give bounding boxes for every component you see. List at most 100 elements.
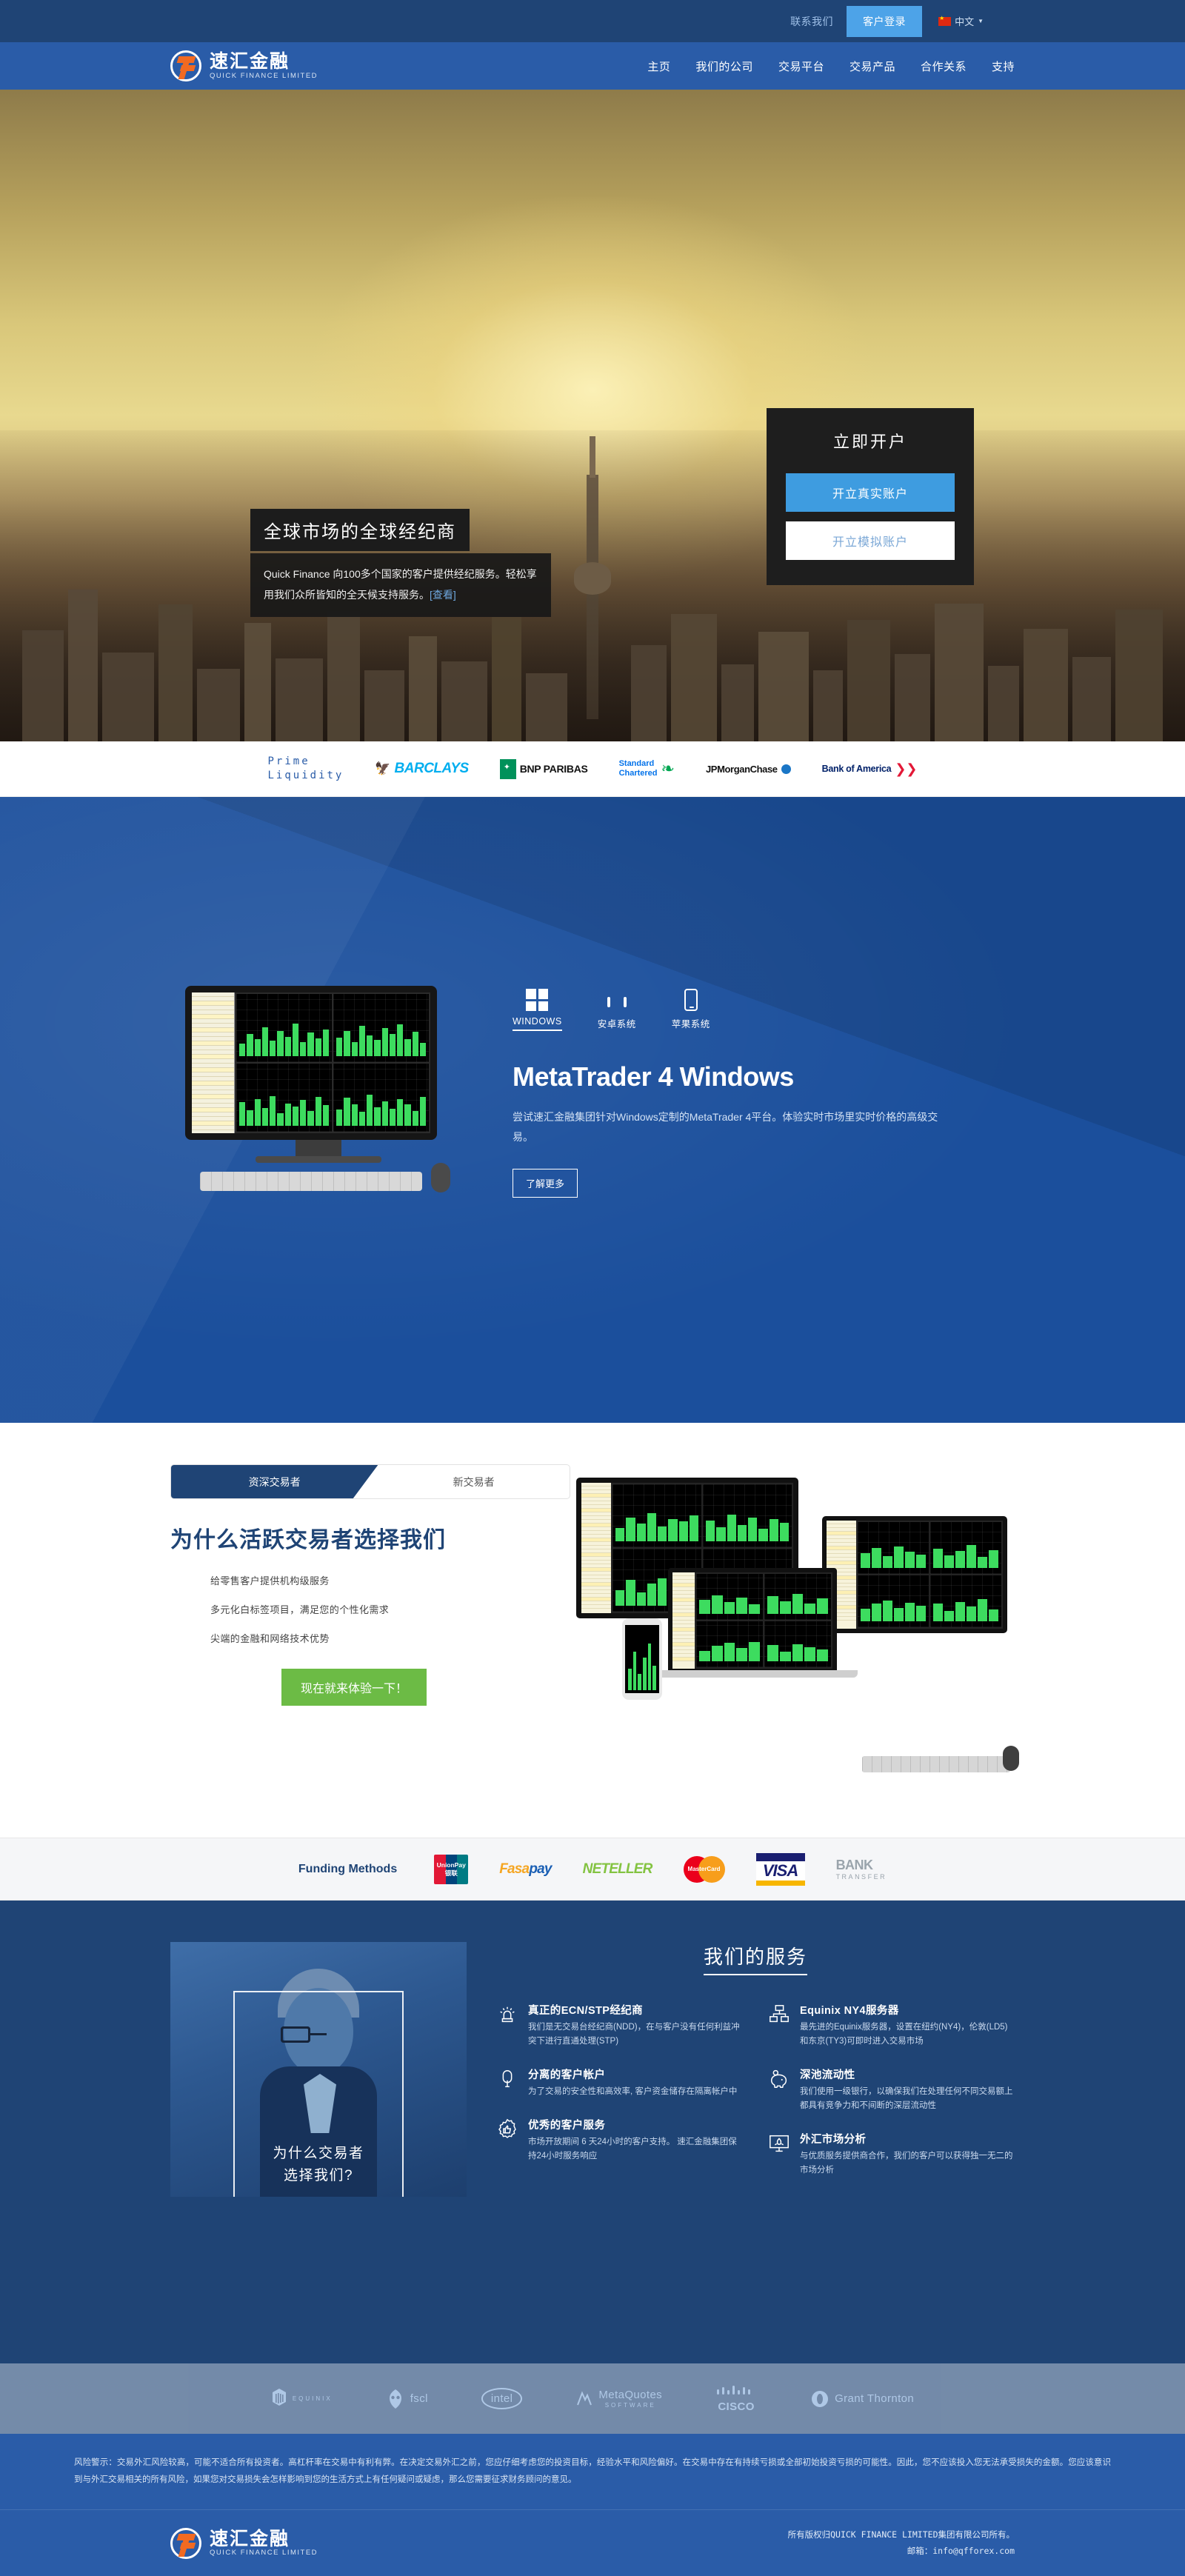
logo-name-cn: 速汇金融 (210, 51, 290, 73)
nav-item-company[interactable]: 我们的公司 (695, 59, 753, 74)
bank-transfer-line1: BANK (835, 1858, 874, 1872)
bank-transfer-icon: BANK TRANSFER (836, 1858, 887, 1881)
tab-experienced-trader[interactable]: 资深交易者 (171, 1465, 378, 1498)
logo-name-en: QUICK FINANCE LIMITED (210, 71, 318, 80)
grant-thornton-icon (812, 2390, 829, 2407)
risk-disclaimer-text: 风险警示：交易外汇风险较高，可能不适合所有投资者。高杠杆率在交易中有利有弊。在决… (74, 2458, 1111, 2484)
photo-caption: 为什么交易者 选择我们? (170, 2143, 467, 2186)
tab-new-trader[interactable]: 新交易者 (378, 1465, 570, 1498)
nav-item-platform[interactable]: 交易平台 (778, 59, 824, 74)
jpmorgan-chase-icon (781, 764, 791, 774)
bnp-paribas-label: BNP PARIBAS (519, 763, 588, 775)
nav-menu: 主页 我们的公司 交易平台 交易产品 合作关系 支持 (647, 59, 1015, 74)
service-item-deep-liquidity: 深池流动性 我们使用一级银行，以确保我们在处理任何不同交易额上都具有竞争力和不间… (768, 2066, 1015, 2113)
hero-headline: 全球市场的全球经纪商 (250, 509, 470, 551)
bank-logo-jpmorgan-chase: JPMorganChase (706, 764, 791, 775)
payment-method-bank-transfer[interactable]: BANK TRANSFER (836, 1858, 887, 1881)
service-item-segregated-accounts: 分离的客户帐户 为了交易的安全性和高效率, 客户资金储存在隔离帐户中 (496, 2066, 743, 2099)
contact-us-link[interactable]: 联系我们 (790, 14, 833, 29)
piggy-bank-icon (770, 2069, 787, 2088)
photo-caption-line1: 为什么交易者 (273, 2146, 364, 2162)
bank-transfer-line2: TRANSFER (835, 1873, 887, 1881)
monitor-stand (296, 1140, 341, 1156)
thumbs-up-icon (498, 2118, 516, 2138)
platform-tab-windows[interactable]: WINDOWS (513, 986, 562, 1033)
payment-method-neteller[interactable]: NETELLER (583, 1861, 653, 1878)
try-now-button[interactable]: 现在就来体验一下！ (281, 1669, 427, 1706)
service-equinix-body: 最先进的Equinix服务器，设置在纽约(NY4)，伦敦(LD5)和东京(TY3… (800, 2023, 1008, 2046)
service-ecn-stp-body: 我们是无交易台经纪商(NDD)，在与客户没有任何利益冲突下进行直通处理(STP) (528, 2023, 740, 2046)
nav-item-support[interactable]: 支持 (992, 59, 1015, 74)
why-bullet-1: 给零售客户提供机构级服务 (210, 1575, 330, 1586)
nav-item-products[interactable]: 交易产品 (849, 59, 895, 74)
main-navigation: 速汇金融 QUICK FINANCE LIMITED 主页 我们的公司 交易平台… (0, 42, 1185, 90)
partner-logo-equinix: EQUINIX (271, 2388, 333, 2410)
payment-method-unionpay[interactable]: UnionPay 银联 (434, 1854, 469, 1884)
apple-phone-icon (684, 989, 698, 1011)
visa-label: VISA (755, 1861, 805, 1881)
footer-copyright: 所有版权归QUICK FINANCE LIMITED集团有限公司所有。 邮箱：i… (788, 2527, 1015, 2560)
windows-icon (526, 989, 549, 1011)
nav-item-partners[interactable]: 合作关系 (921, 59, 967, 74)
service-liquidity-heading: 深池流动性 (800, 2069, 855, 2081)
device-second-monitor (822, 1516, 1007, 1633)
footer-logo-name-cn: 速汇金融 (210, 2528, 290, 2549)
partner-logo-cisco: CISCO (715, 2385, 757, 2413)
why-bullet-3: 尖端的金融和网络技术优势 (210, 1633, 330, 1644)
bank-logo-barclays: 🦅 BARCLAYS (375, 761, 470, 777)
standard-chartered-label: Standard Chartered (619, 759, 658, 778)
service-ecn-stp-heading: 真正的ECN/STP经纪商 (528, 2005, 644, 2017)
hero-view-link[interactable]: [查看] (430, 589, 456, 601)
device-mouse (1003, 1746, 1019, 1771)
service-customer-service-body: 市场开放期间 6 天24小时的客户支持。 速汇金融集团保持24小时服务响应 (528, 2137, 737, 2160)
sc-line1: Standard (618, 759, 655, 769)
metatrader-title: MetaTrader 4 Windows (513, 1061, 794, 1092)
hero-banner: 全球市场的全球经纪商 Quick Finance 向100多个国家的客户提供经纪… (0, 90, 1185, 741)
payment-method-visa[interactable]: VISA (755, 1852, 805, 1886)
metatrader-description: 尝试速汇金融集团针对Windows定制的MetaTrader 4平台。体验实时市… (513, 1111, 938, 1144)
grant-thornton-label: Grant Thornton (835, 2392, 915, 2405)
services-title: 我们的服务 (496, 1942, 1015, 1975)
monitor-base (256, 1156, 381, 1163)
barclays-label: BARCLAYS (394, 761, 470, 776)
payment-method-mastercard[interactable]: MasterCard (683, 1855, 725, 1883)
bank-logo-standard-chartered: Standard Chartered ❧ (619, 759, 675, 778)
mouse-mockup (431, 1163, 450, 1192)
platform-tab-android[interactable]: 安卓系统 (598, 986, 636, 1033)
platform-tab-android-label: 安卓系统 (597, 1019, 636, 1030)
device-laptop (656, 1568, 858, 1678)
metatrader-learn-more-button[interactable]: 了解更多 (513, 1168, 578, 1198)
service-liquidity-body: 我们使用一级银行，以确保我们在处理任何不同交易额上都具有竞争力和不间断的深层流动… (800, 2086, 1013, 2110)
site-footer: 速汇金融 QUICK FINANCE LIMITED 所有版权归QUICK FI… (0, 2509, 1185, 2576)
fasapay-part2: pay (529, 1861, 552, 1877)
platform-tab-ios[interactable]: 苹果系统 (672, 986, 710, 1033)
risk-disclaimer: 风险警示：交易外汇风险较高，可能不适合所有投资者。高杠杆率在交易中有利有弊。在决… (0, 2434, 1185, 2509)
bank-logo-bank-of-america: Bank of America ❯❯ (822, 761, 918, 777)
unionpay-line2: 银联 (444, 1869, 458, 1877)
client-login-button[interactable]: 客户登录 (847, 5, 923, 37)
hero-subtext-body: Quick Finance 向100多个国家的客户提供经纪服务。轻松享用我们众所… (264, 568, 537, 601)
platform-tab-ios-label: 苹果系统 (671, 1019, 710, 1030)
nav-item-home[interactable]: 主页 (647, 59, 670, 74)
services-column-right: Equinix NY4服务器 最先进的Equinix服务器，设置在纽约(NY4)… (768, 2002, 1015, 2195)
footer-logo[interactable]: 速汇金融 QUICK FINANCE LIMITED (170, 2527, 318, 2559)
footer-email[interactable]: info@qfforex.com (932, 2546, 1015, 2556)
top-utility-bar: 联系我们 客户登录 中文 ▼ (0, 0, 1185, 42)
bnp-paribas-icon (499, 758, 516, 779)
open-real-account-button[interactable]: 开立真实账户 (786, 473, 955, 512)
open-account-card: 立即开户 开立真实账户 开立模拟账户 (767, 408, 974, 585)
partner-logo-intel: intel (481, 2388, 523, 2409)
site-logo[interactable]: 速汇金融 QUICK FINANCE LIMITED (170, 50, 318, 81)
payment-method-fasapay[interactable]: Fasa pay (499, 1861, 552, 1878)
services-column-left: 真正的ECN/STP经纪商 我们是无交易台经纪商(NDD)，在与客户没有任何利益… (496, 2002, 743, 2195)
bank-logo-bnp-paribas: BNP PARIBAS (499, 758, 588, 779)
prime-liquidity-bar: Prime Liquidity 🦅 BARCLAYS BNP PARIBAS S… (0, 741, 1185, 797)
servers-network-icon (770, 2005, 789, 2023)
language-selector[interactable]: 中文 ▼ (938, 14, 984, 28)
metatrader-section: WINDOWS 安卓系统 苹果系统 MetaTrader 4 Windows 尝… (0, 797, 1185, 1423)
open-demo-account-button[interactable]: 开立模拟账户 (786, 521, 955, 560)
footer-logo-name-en: QUICK FINANCE LIMITED (210, 2549, 318, 2557)
funding-methods-bar: Funding Methods UnionPay 银联 Fasa pay NETE… (0, 1838, 1185, 1901)
fasapay-part1: Fasa (499, 1861, 530, 1877)
partner-logo-grant-thornton: Grant Thornton (810, 2389, 914, 2409)
